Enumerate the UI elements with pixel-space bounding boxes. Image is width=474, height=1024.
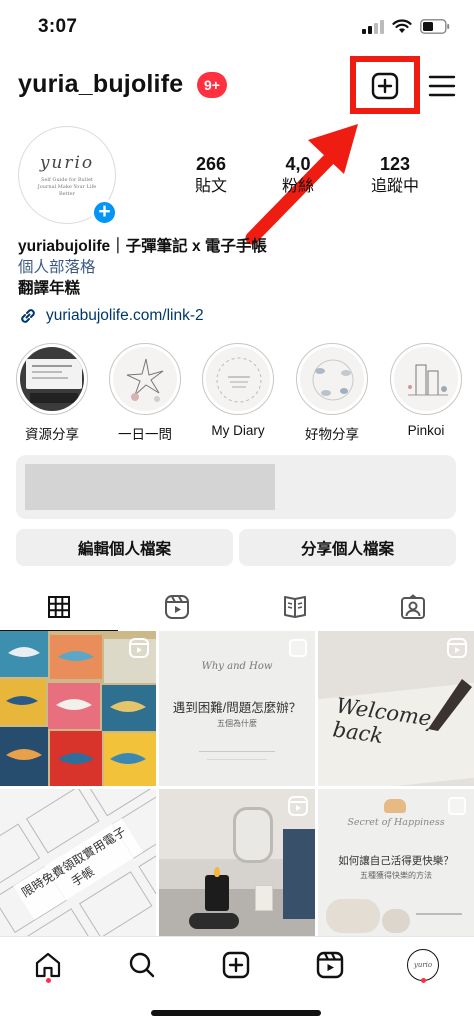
post-tile-free-planner[interactable]: 限時免費領取實用電子手帳 [0, 789, 156, 944]
highlight-cover [202, 343, 274, 415]
username-switcher[interactable]: yuria_bujolife [18, 70, 183, 99]
professional-dashboard-card[interactable] [16, 455, 456, 519]
story-highlights: 資源分享 一日一問 My Diary 好物分享 Pinkoi [0, 343, 474, 442]
highlight-cover [16, 343, 88, 415]
signal-icon [362, 19, 384, 34]
bio-link[interactable]: yuriabujolife.com/link-2 [18, 306, 204, 326]
highlight-daily-question[interactable]: 一日一問 [105, 343, 185, 443]
profile-notification-dot [421, 978, 426, 983]
redacted-content [25, 464, 275, 510]
bio-name: yuriabujolife｜子彈筆記 x 電子手帳 [18, 238, 267, 255]
reels-icon [165, 595, 189, 619]
highlight-label: 資源分享 [25, 427, 79, 442]
nav-create[interactable] [216, 945, 256, 985]
search-icon [129, 952, 155, 978]
post-tile-candle[interactable] [159, 789, 315, 944]
reel-badge-icon [129, 638, 149, 658]
stat-following-count: 123 [379, 154, 411, 174]
stat-followers-label: 粉絲 [281, 178, 314, 195]
highlight-pinkoi[interactable]: Pinkoi [386, 343, 466, 438]
status-bar: 3:07 [0, 0, 474, 56]
highlight-resources[interactable]: 資源分享 [12, 343, 92, 443]
add-story-button[interactable]: + [91, 199, 118, 226]
hamburger-icon [428, 75, 456, 97]
link-icon [21, 309, 35, 323]
tab-reels[interactable] [118, 584, 236, 630]
book-icon [284, 596, 306, 618]
highlight-my-diary[interactable]: My Diary [198, 343, 278, 438]
plus-square-icon [222, 951, 250, 979]
nav-search[interactable] [122, 945, 162, 985]
stat-following[interactable]: 123 追蹤中 [350, 154, 440, 198]
highlight-cover [390, 343, 462, 415]
wifi-icon [392, 19, 412, 33]
reel-badge-icon [288, 796, 308, 816]
post-title: 遇到困難/問題怎麼辦？ [172, 701, 302, 715]
tab-guides[interactable] [236, 584, 354, 630]
menu-button[interactable] [428, 72, 456, 100]
post-tile-welcome-back[interactable]: Welcome back [318, 631, 474, 786]
highlight-label: 一日一問 [118, 427, 172, 442]
avatar-brand-text: yurio [39, 152, 95, 173]
annotation-highlight-box [350, 56, 420, 114]
post-subtitle: 五種獲得快樂的方法 [360, 871, 432, 880]
nav-reels[interactable] [310, 945, 350, 985]
stat-followers-count: 4,0 [285, 154, 311, 174]
status-icons [362, 19, 450, 34]
home-notification-dot [46, 978, 51, 983]
avatar-tagline: Self Guide for Bullet Journal Make Your … [37, 176, 97, 197]
reel-badge-icon [447, 638, 467, 658]
edit-profile-button[interactable]: 編輯個人檔案 [16, 529, 233, 566]
stat-posts[interactable]: 266 貼文 [166, 154, 256, 198]
profile-avatar[interactable]: yurio Self Guide for Bullet Journal Make… [18, 126, 118, 226]
highlight-cover [109, 343, 181, 415]
home-icon [35, 952, 61, 978]
bio-link-text: yuriabujolife.com/link-2 [46, 307, 204, 324]
post-script-title: Secret of Happiness [347, 817, 445, 828]
grid-icon [48, 596, 70, 618]
post-tile-whales[interactable] [0, 631, 156, 786]
share-profile-button[interactable]: 分享個人檔案 [239, 529, 456, 566]
highlight-favorites[interactable]: 好物分享 [292, 343, 372, 443]
highlight-label: My Diary [211, 423, 265, 438]
reels-icon [316, 951, 344, 979]
tab-tagged[interactable] [354, 584, 472, 630]
profile-avatar-icon: yurio [407, 949, 439, 981]
bio-text: 翻譯年糕 [18, 280, 81, 297]
posts-grid: Why and How 遇到困難/問題怎麼辦？ 五個為什麼 Welcome ba… [0, 631, 474, 944]
bio-category: 個人部落格 [18, 259, 96, 276]
tagged-person-icon [401, 594, 425, 619]
tab-posts-grid[interactable] [0, 584, 118, 631]
home-indicator [151, 1010, 321, 1016]
post-title: 如何讓自己活得更快樂？ [338, 855, 454, 867]
stat-posts-label: 貼文 [194, 178, 227, 195]
post-tile-why-and-how[interactable]: Why and How 遇到困難/問題怎麼辦？ 五個為什麼 [159, 631, 315, 786]
battery-icon [420, 19, 450, 34]
notifications-badge[interactable]: 9+ [197, 72, 227, 98]
post-tile-happiness[interactable]: Secret of Happiness 如何讓自己活得更快樂？ 五種獲得快樂的方… [318, 789, 474, 944]
multi-select-box[interactable] [448, 797, 466, 815]
multi-select-box[interactable] [289, 639, 307, 657]
stat-followers[interactable]: 4,0 粉絲 [253, 154, 343, 198]
stat-following-label: 追蹤中 [370, 178, 419, 195]
post-script-title: Why and How [201, 661, 273, 672]
stat-posts-count: 266 [195, 154, 227, 174]
highlight-label: 好物分享 [305, 427, 359, 442]
highlight-label: Pinkoi [407, 423, 445, 438]
profile-tabs [0, 584, 474, 631]
post-subtitle: 五個為什麼 [217, 719, 257, 728]
status-time: 3:07 [38, 16, 78, 37]
highlight-cover [296, 343, 368, 415]
